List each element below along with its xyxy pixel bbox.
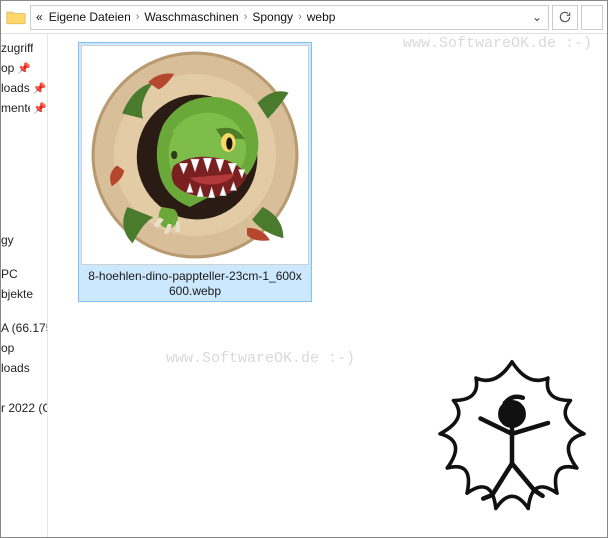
watermark-text: www.SoftwareOK.de :-) xyxy=(403,35,592,52)
chevron-right-icon[interactable]: › xyxy=(242,11,250,23)
breadcrumb-seg-2[interactable]: Waschmaschinen xyxy=(141,10,241,24)
sidebar-item[interactable]: gy xyxy=(1,230,47,250)
chevron-right-icon[interactable]: › xyxy=(134,11,142,23)
address-bar: « Eigene Dateien › Waschmaschinen › Spon… xyxy=(1,1,607,34)
file-explorer-window: « Eigene Dateien › Waschmaschinen › Spon… xyxy=(0,0,608,538)
pin-icon: 📌 xyxy=(17,62,31,75)
folder-icon xyxy=(5,6,27,28)
sidebar-item[interactable]: op📌 xyxy=(1,58,47,78)
file-thumbnail[interactable]: 8-hoehlen-dino-pappteller-23cm-1_600x600… xyxy=(78,42,312,302)
mascot-graphic xyxy=(417,351,607,531)
sidebar-item[interactable]: zugriff xyxy=(1,38,47,58)
chevron-right-icon[interactable]: › xyxy=(296,11,304,23)
sidebar-item[interactable]: loads xyxy=(1,358,47,378)
breadcrumb-seg-1[interactable]: Eigene Dateien xyxy=(46,10,134,24)
sidebar-item[interactable]: A (66.175.23 xyxy=(1,318,47,338)
content-pane[interactable]: www.SoftwareOK.de :-) xyxy=(48,34,607,537)
breadcrumb-seg-4[interactable]: webp xyxy=(304,10,339,24)
watermark-text: www.SoftwareOK.de :-) xyxy=(166,350,355,367)
breadcrumb-bar[interactable]: « Eigene Dateien › Waschmaschinen › Spon… xyxy=(30,5,549,30)
sidebar-item[interactable]: mente📌 xyxy=(1,98,47,118)
sidebar-item[interactable]: loads📌 xyxy=(1,78,47,98)
sidebar-item[interactable]: op xyxy=(1,338,47,358)
breadcrumb-prefix[interactable]: « xyxy=(33,10,46,24)
sidebar-item[interactable]: bjekte xyxy=(1,284,47,304)
breadcrumb-seg-3[interactable]: Spongy xyxy=(249,10,296,24)
sidebar-item[interactable]: r 2022 (C:) xyxy=(1,398,47,418)
file-name-label: 8-hoehlen-dino-pappteller-23cm-1_600x600… xyxy=(81,269,309,299)
thumbnail-image xyxy=(81,45,309,265)
sidebar-item[interactable] xyxy=(1,378,47,398)
navigation-sidebar: zugriff op📌 loads📌 mente📌 gy PC bjekte A… xyxy=(1,34,48,537)
refresh-button[interactable] xyxy=(552,5,578,30)
sidebar-item[interactable]: PC xyxy=(1,264,47,284)
chevron-down-icon[interactable]: ⌄ xyxy=(528,10,546,24)
search-box[interactable] xyxy=(581,5,603,30)
pin-icon: 📌 xyxy=(33,82,47,95)
pin-icon: 📌 xyxy=(33,102,47,115)
